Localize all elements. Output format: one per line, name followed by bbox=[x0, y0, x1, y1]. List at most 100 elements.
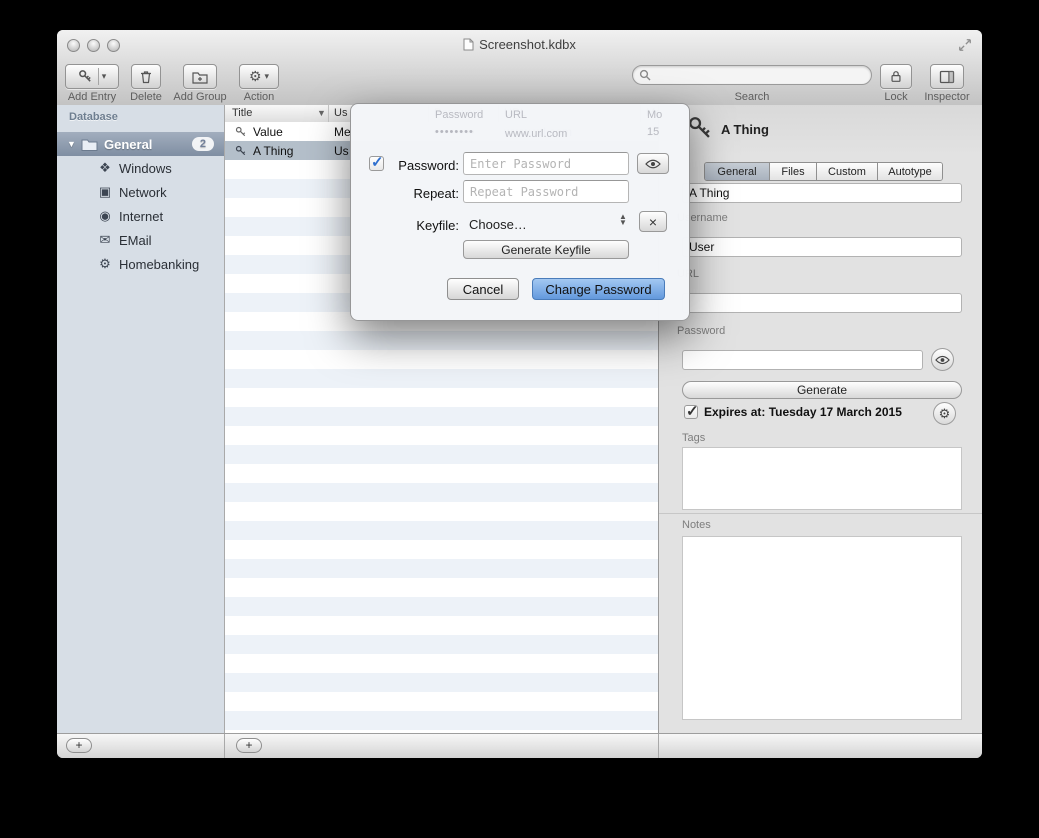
repeat-label: Repeat: bbox=[387, 186, 459, 201]
delete-button[interactable] bbox=[131, 64, 161, 89]
split-divider bbox=[98, 68, 99, 85]
notes-label: Notes bbox=[682, 519, 711, 531]
username-field[interactable] bbox=[682, 237, 962, 257]
inspector-label: Inspector bbox=[917, 91, 977, 103]
add-entry-plus-button[interactable]: + bbox=[236, 738, 262, 753]
repeat-password-input[interactable] bbox=[463, 180, 629, 203]
sidebar-item-internet[interactable]: ◉ Internet bbox=[57, 204, 224, 228]
tags-field[interactable] bbox=[682, 447, 962, 510]
eye-icon bbox=[645, 159, 661, 169]
url-field[interactable] bbox=[682, 293, 962, 313]
inspector-tabs: General Files Custom Autotype bbox=[704, 162, 943, 181]
homebanking-icon: ⚙ bbox=[97, 256, 113, 272]
entry-title: A Thing bbox=[253, 144, 293, 158]
password-label: Password: bbox=[387, 158, 459, 173]
expires-checkbox[interactable]: ✓ bbox=[684, 405, 698, 419]
windows-icon: ❖ bbox=[97, 160, 113, 176]
password-enabled-checkbox[interactable]: ✓ bbox=[369, 156, 384, 171]
generate-label: Generate bbox=[797, 383, 847, 397]
search-label: Search bbox=[722, 91, 782, 103]
pane-divider bbox=[658, 734, 659, 758]
sidebar-header: Database bbox=[69, 111, 118, 123]
check-icon: ✓ bbox=[371, 153, 384, 171]
action-label: Action bbox=[229, 91, 289, 103]
cancel-button[interactable]: Cancel bbox=[447, 278, 519, 300]
expires-label: Expires at: Tuesday 17 March 2015 bbox=[704, 405, 902, 419]
notes-field[interactable] bbox=[682, 536, 962, 720]
generate-keyfile-label: Generate Keyfile bbox=[501, 243, 590, 257]
sidebar-item-label: Homebanking bbox=[119, 257, 199, 272]
tags-label: Tags bbox=[682, 432, 705, 444]
inspector-icon bbox=[939, 70, 955, 84]
password-input[interactable] bbox=[463, 152, 629, 175]
gear-icon: ⚙ bbox=[939, 406, 951, 422]
inspector-button[interactable] bbox=[930, 64, 964, 89]
internet-icon: ◉ bbox=[97, 208, 113, 224]
screen: Screenshot.kdbx ▾ Add Entry bbox=[0, 0, 1039, 838]
cancel-label: Cancel bbox=[463, 282, 503, 297]
sidebar-item-label: Windows bbox=[119, 161, 172, 176]
show-password-button[interactable] bbox=[637, 153, 669, 174]
inspector-entry-title: A Thing bbox=[721, 122, 769, 137]
plus-icon: + bbox=[245, 738, 252, 752]
tab-general[interactable]: General bbox=[705, 163, 770, 180]
column-separator[interactable] bbox=[328, 105, 329, 122]
sidebar-item-general[interactable]: ▼ General 2 bbox=[57, 132, 224, 156]
sidebar-item-network[interactable]: ▣ Network bbox=[57, 180, 224, 204]
generate-keyfile-button[interactable]: Generate Keyfile bbox=[463, 240, 629, 259]
clear-keyfile-button[interactable]: × bbox=[639, 211, 667, 232]
title-bar: Screenshot.kdbx bbox=[57, 30, 982, 60]
sidebar-item-windows[interactable]: ❖ Windows bbox=[57, 156, 224, 180]
sidebar-item-homebanking[interactable]: ⚙ Homebanking bbox=[57, 252, 224, 276]
add-group-button[interactable] bbox=[183, 64, 217, 89]
change-password-label: Change Password bbox=[545, 282, 651, 297]
tab-custom[interactable]: Custom bbox=[817, 163, 878, 180]
entry-username: Me bbox=[334, 125, 351, 139]
window-title-group: Screenshot.kdbx bbox=[57, 37, 982, 52]
fullscreen-icon[interactable] bbox=[958, 38, 972, 52]
generate-password-button[interactable]: Generate bbox=[682, 381, 962, 399]
disclosure-triangle-icon[interactable]: ▼ bbox=[67, 139, 81, 149]
tab-autotype[interactable]: Autotype bbox=[878, 163, 942, 180]
chevron-down-icon[interactable]: ▾ bbox=[102, 71, 107, 82]
keyfile-label: Keyfile: bbox=[387, 218, 459, 233]
key-icon bbox=[687, 115, 713, 141]
eye-icon bbox=[935, 355, 950, 365]
password-field[interactable] bbox=[682, 350, 923, 370]
popup-stepper-icon[interactable]: ▲▼ bbox=[619, 214, 627, 226]
folder-plus-icon bbox=[192, 70, 208, 84]
title-field[interactable] bbox=[682, 183, 962, 203]
lock-button[interactable] bbox=[880, 64, 912, 89]
search-icon bbox=[639, 69, 651, 81]
column-header-username[interactable]: Us bbox=[334, 107, 347, 119]
check-icon: ✓ bbox=[686, 402, 699, 420]
change-password-button[interactable]: Change Password bbox=[532, 278, 665, 300]
app-window: Screenshot.kdbx ▾ Add Entry bbox=[57, 30, 982, 758]
window-title: Screenshot.kdbx bbox=[479, 37, 576, 52]
gear-icon: ⚙ bbox=[249, 68, 262, 85]
add-entry-label: Add Entry bbox=[65, 91, 119, 103]
inspector-panel: A Thing General Files Custom Autotype Us… bbox=[658, 105, 982, 733]
keyfile-popup[interactable]: Choose… bbox=[469, 217, 527, 232]
show-password-button[interactable] bbox=[931, 348, 954, 371]
add-entry-button[interactable]: ▾ bbox=[65, 64, 119, 89]
column-header-title[interactable]: Title bbox=[232, 107, 252, 119]
expires-settings-button[interactable]: ⚙ bbox=[933, 402, 956, 425]
action-button[interactable]: ⚙ ▾ bbox=[239, 64, 279, 89]
sidebar: Database ▼ General 2 ❖ Windows ▣ Network… bbox=[57, 105, 225, 733]
key-icon bbox=[235, 126, 247, 138]
entry-count-badge: 2 bbox=[192, 137, 214, 151]
change-password-dialog: Password URL Mo •••••••• www.url.com 15 … bbox=[350, 103, 690, 321]
faint-password-header: Password bbox=[435, 109, 483, 121]
faint-url-header: URL bbox=[505, 109, 527, 121]
trash-icon bbox=[139, 69, 153, 84]
faint-password-dots: •••••••• bbox=[435, 126, 474, 138]
sidebar-item-email[interactable]: ✉ EMail bbox=[57, 228, 224, 252]
lock-icon bbox=[889, 69, 903, 84]
entry-username: Us bbox=[334, 144, 349, 158]
add-group-plus-button[interactable]: + bbox=[66, 738, 92, 753]
folder-icon bbox=[81, 138, 98, 151]
search-field[interactable] bbox=[632, 65, 872, 85]
search-input[interactable] bbox=[651, 68, 871, 82]
tab-files[interactable]: Files bbox=[770, 163, 817, 180]
